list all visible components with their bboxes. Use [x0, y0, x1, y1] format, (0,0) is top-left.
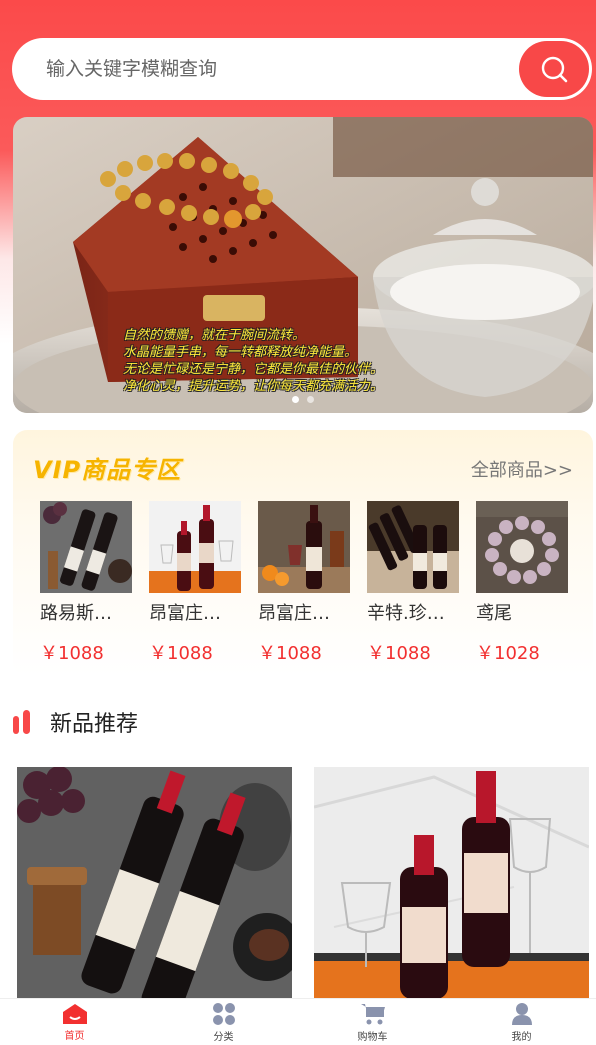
- product-price: ￥1088: [149, 643, 213, 664]
- tab-label: 首页: [64, 1030, 85, 1042]
- search-icon: [541, 56, 568, 83]
- product-price: ￥1088: [258, 643, 322, 664]
- vip-product-card[interactable]: 辛特.珍… ￥1088: [367, 501, 459, 665]
- product-image: [149, 501, 241, 593]
- tab-label: 购物车: [357, 1031, 388, 1043]
- product-price: ￥1028: [476, 643, 540, 664]
- user-icon: [511, 1002, 532, 1025]
- view-all-products-link[interactable]: 全部商品>>: [471, 456, 573, 482]
- bottom-tab-bar: 首页 分类 购物车 我的: [0, 998, 596, 1045]
- product-image: [258, 501, 350, 593]
- product-name: 路易斯…: [40, 603, 112, 624]
- product-name: 昂富庄…: [258, 603, 330, 624]
- carousel-dot[interactable]: [292, 396, 299, 403]
- search-input[interactable]: [12, 38, 519, 100]
- search-button[interactable]: [519, 41, 589, 97]
- product-card[interactable]: [17, 767, 292, 999]
- product-price: ￥1088: [367, 643, 431, 664]
- vip-product-card[interactable]: 昂富庄… ￥1088: [149, 501, 241, 665]
- vip-product-card[interactable]: 昂富庄… ￥1088: [258, 501, 350, 665]
- tab-label: 分类: [213, 1031, 234, 1043]
- new-products-grid: [17, 767, 589, 999]
- product-image: [314, 767, 589, 999]
- product-name: 辛特.珍…: [367, 603, 445, 624]
- product-card[interactable]: [314, 767, 589, 999]
- banner-caption-line: 自然的馈赠，就在于腕间流转。: [123, 328, 306, 343]
- tab-home[interactable]: 首页: [0, 999, 149, 1045]
- search-bar: [12, 38, 592, 100]
- category-icon: [212, 1002, 235, 1025]
- product-image: [17, 767, 292, 999]
- cart-icon: [360, 1003, 385, 1024]
- product-name: 鸢尾: [476, 603, 512, 624]
- banner-caption: 自然的馈赠，就在于腕间流转。 水晶能量手串，每一转都释放纯净能量。 无论是忙碌还…: [123, 327, 543, 395]
- vip-section-title: VIP商品专区: [33, 456, 182, 484]
- vip-product-card[interactable]: 路易斯… ￥1088: [40, 501, 132, 665]
- section-marker-icon: [13, 710, 30, 734]
- banner-caption-line: 水晶能量手串，每一转都释放纯净能量。: [123, 345, 358, 360]
- product-name: 昂富庄…: [149, 603, 221, 624]
- promo-banner[interactable]: 自然的馈赠，就在于腕间流转。 水晶能量手串，每一转都释放纯净能量。 无论是忙碌还…: [13, 117, 593, 413]
- carousel-indicator: [13, 396, 593, 403]
- tab-cart[interactable]: 购物车: [298, 999, 447, 1045]
- vip-section: VIP商品专区 全部商品>> 路易斯… ￥1088 昂富庄… ￥1088 昂富庄…: [13, 430, 593, 676]
- product-image: [476, 501, 568, 593]
- tab-label: 我的: [511, 1031, 532, 1043]
- carousel-dot[interactable]: [307, 396, 314, 403]
- tab-profile[interactable]: 我的: [447, 999, 596, 1045]
- product-image: [40, 501, 132, 593]
- vip-product-card[interactable]: 鸢尾 ￥1028: [476, 501, 568, 665]
- product-price: ￥1088: [40, 643, 104, 664]
- product-image: [367, 501, 459, 593]
- home-icon: [62, 1003, 87, 1024]
- new-products-header: 新品推荐: [13, 706, 138, 738]
- section-title: 新品推荐: [50, 712, 139, 737]
- banner-caption-line: 无论是忙碌还是宁静，它都是你最佳的伙伴。: [123, 362, 384, 377]
- tab-category[interactable]: 分类: [149, 999, 298, 1045]
- vip-product-list: 路易斯… ￥1088 昂富庄… ￥1088 昂富庄… ￥1088 辛特.珍… ￥…: [40, 501, 568, 665]
- banner-caption-line: 净化心灵，提升运势，让你每天都充满活力。: [123, 379, 384, 394]
